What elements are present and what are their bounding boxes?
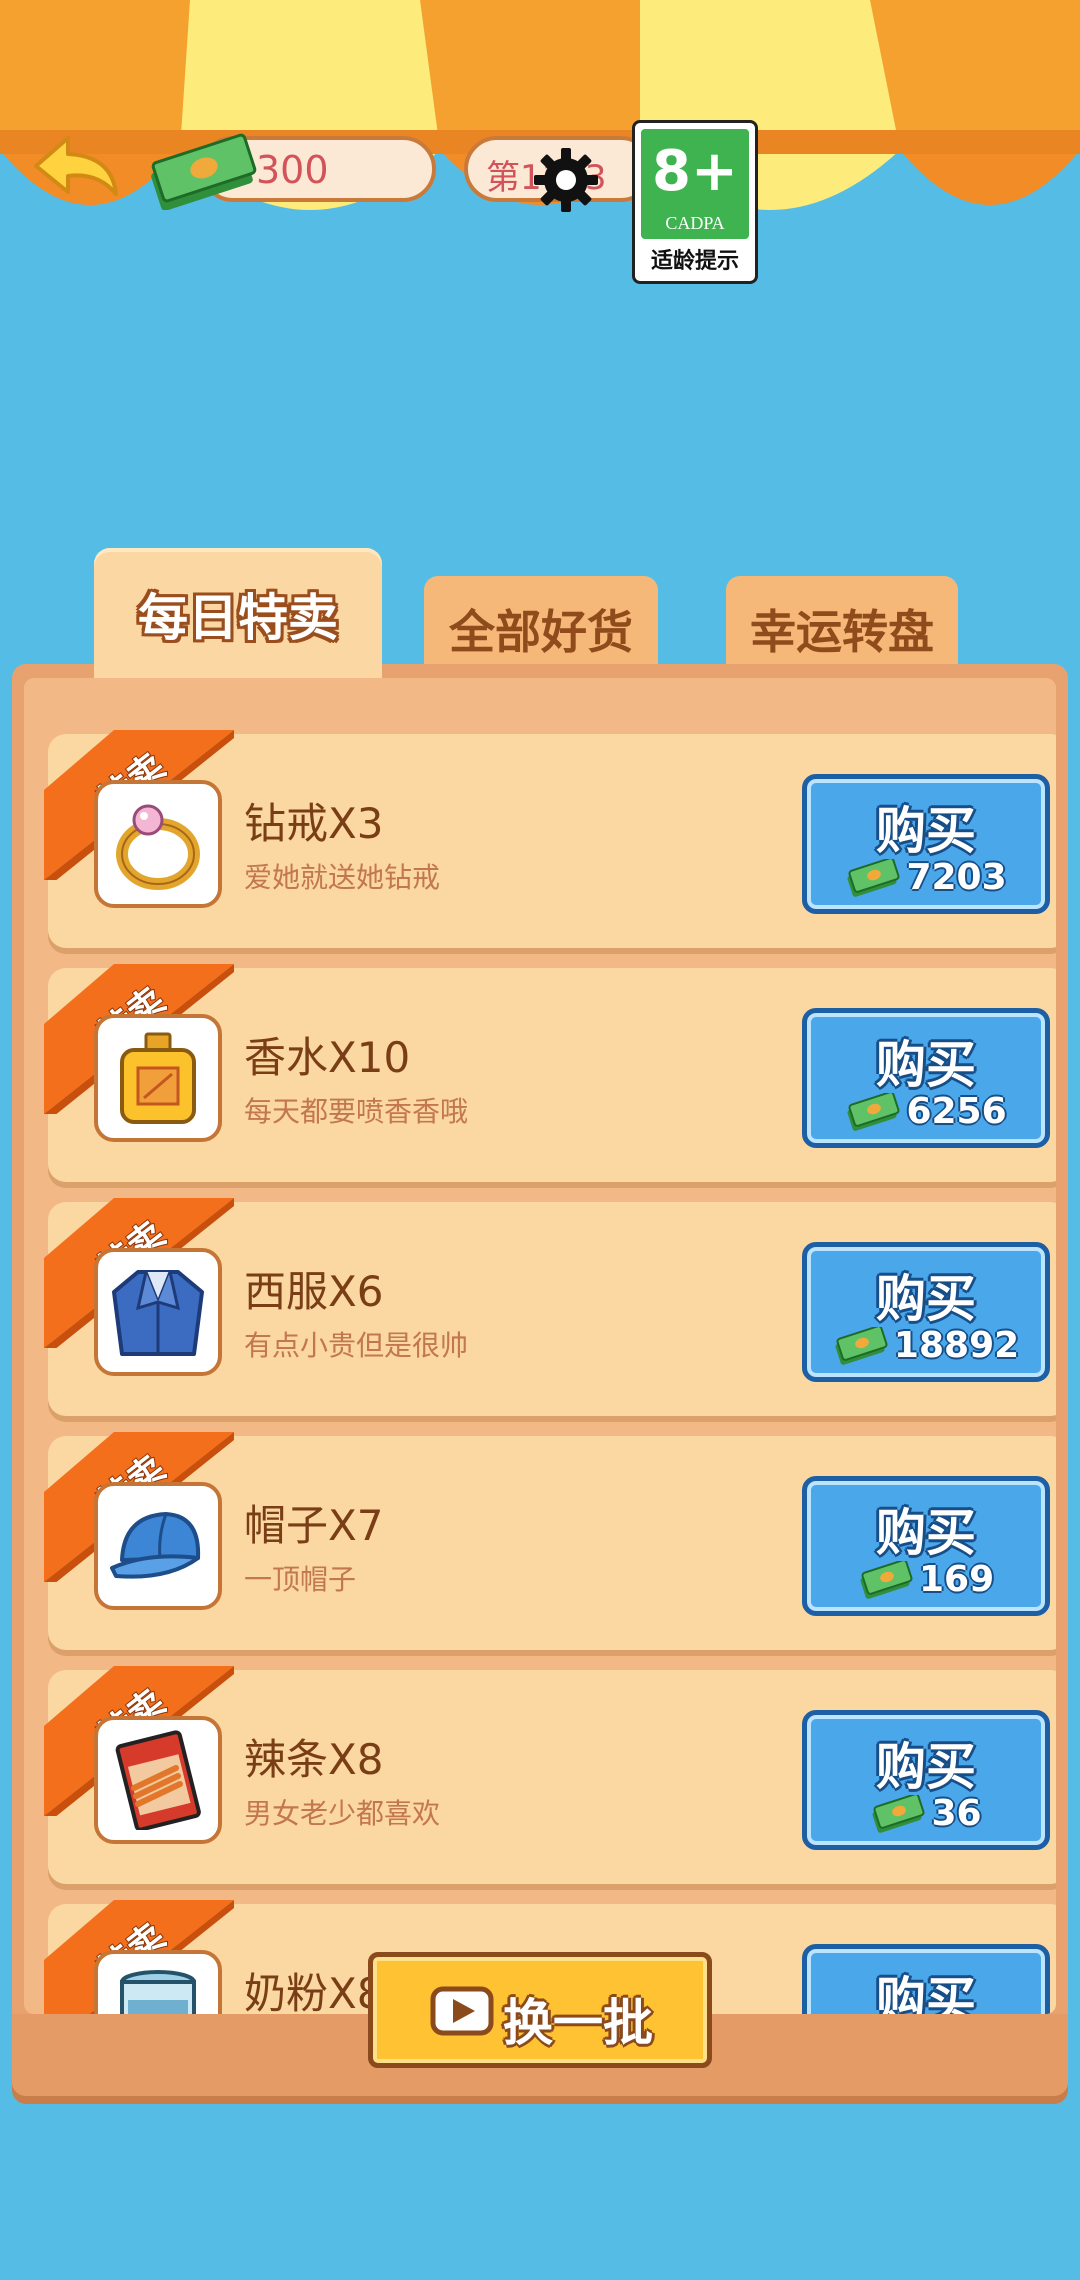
item-name: 香水X10 [244, 1033, 411, 1082]
cash-icon [847, 858, 900, 897]
item-name: 帽子X7 [244, 1501, 384, 1550]
tab-lucky-wheel[interactable]: 幸运转盘 [726, 576, 958, 676]
item-desc: 一顶帽子 [244, 1563, 357, 1596]
item-thumbnail [94, 1716, 222, 1844]
tab-label: 幸运转盘 [750, 605, 934, 659]
item-thumbnail [94, 1014, 222, 1142]
refresh-button[interactable]: 换一批 [368, 1952, 712, 2068]
cash-icon [847, 1092, 900, 1131]
money-value: 300 [256, 148, 329, 192]
item-thumbnail [94, 780, 222, 908]
age-rating-badge: 8+ CADPA 适龄提示 [632, 120, 758, 284]
age-rating-tip: 适龄提示 [650, 249, 739, 274]
tab-daily-sale[interactable]: 每日特卖 [94, 548, 382, 678]
buy-button[interactable]: 购买 36 [802, 1710, 1050, 1850]
ring-icon [116, 804, 200, 890]
item-desc: 爱她就送她钻戒 [244, 861, 441, 894]
item-name: 奶粉X8 [244, 1969, 384, 2014]
item-thumbnail [94, 1248, 222, 1376]
tab-label: 全部好货 [449, 605, 633, 659]
list-item: 特卖 辣条X8 男女老少都喜欢 购买 36 [44, 1666, 1056, 1884]
age-rating-org: CADPA [665, 213, 725, 233]
item-desc: 有点小贵但是很帅 [244, 1329, 469, 1362]
item-price: 7203 [906, 857, 1007, 898]
list-item: 特卖 香水X10 每天都要喷香香哦 购买 [44, 964, 1056, 1182]
buy-label: 购买 [876, 1972, 976, 2014]
settings-gear-icon[interactable] [532, 146, 600, 214]
item-thumbnail [94, 1950, 222, 2014]
item-desc: 男女老少都喜欢 [244, 1797, 441, 1830]
buy-label: 购买 [876, 802, 976, 860]
buy-label: 购买 [876, 1270, 976, 1328]
cap-icon [110, 1512, 201, 1579]
tab-all-goods[interactable]: 全部好货 [424, 576, 658, 676]
cash-icon [860, 1560, 913, 1599]
item-price: 18892 [893, 1325, 1020, 1366]
perfume-icon [120, 1032, 196, 1124]
buy-label: 购买 [876, 1504, 976, 1562]
buy-button[interactable]: 购买 [802, 1944, 1050, 2014]
buy-label: 购买 [876, 1036, 976, 1094]
item-list[interactable]: 特卖 钻戒X3 爱她就送她钻戒 购买 [24, 678, 1056, 2014]
item-price: 169 [918, 1559, 995, 1600]
buy-button[interactable]: 购买 6256 [802, 1008, 1050, 1148]
cash-stack-icon [151, 133, 257, 210]
buy-button[interactable]: 购买 169 [802, 1476, 1050, 1616]
buy-button[interactable]: 购买 7203 [802, 774, 1050, 914]
age-rating-number: 8+ [652, 139, 738, 204]
suit-icon [112, 1270, 204, 1356]
spicy-strip-icon [115, 1730, 201, 1830]
item-name: 钻戒X3 [244, 799, 384, 848]
back-arrow-icon[interactable] [28, 128, 128, 208]
top-bar: 300 第1103 8+ CADPA 适龄提示 [0, 110, 1080, 290]
list-item: 特卖 钻戒X3 爱她就送她钻戒 购买 [44, 730, 1056, 948]
item-desc: 每天都要喷香香哦 [244, 1095, 469, 1128]
item-name: 西服X6 [244, 1267, 384, 1316]
list-item: 特卖 西服X6 有点小贵但是很帅 购买 [44, 1198, 1056, 1416]
list-item: 特卖 帽子X7 一顶帽子 购买 169 [44, 1432, 1056, 1650]
item-price: 36 [931, 1793, 982, 1834]
tab-label: 每日特卖 [138, 589, 338, 647]
buy-button[interactable]: 购买 18892 [802, 1242, 1050, 1382]
item-thumbnail [94, 1482, 222, 1610]
cash-icon [835, 1326, 888, 1365]
buy-label: 购买 [876, 1738, 976, 1796]
cash-icon [872, 1794, 925, 1833]
item-price: 6256 [906, 1091, 1007, 1132]
video-camera-icon [430, 1986, 494, 2036]
item-name: 辣条X8 [244, 1735, 384, 1784]
refresh-label: 换一批 [503, 1994, 653, 2052]
milk-powder-icon [120, 1970, 196, 2014]
shop-panel: 特卖 钻戒X3 爱她就送她钻戒 购买 [12, 664, 1068, 2096]
